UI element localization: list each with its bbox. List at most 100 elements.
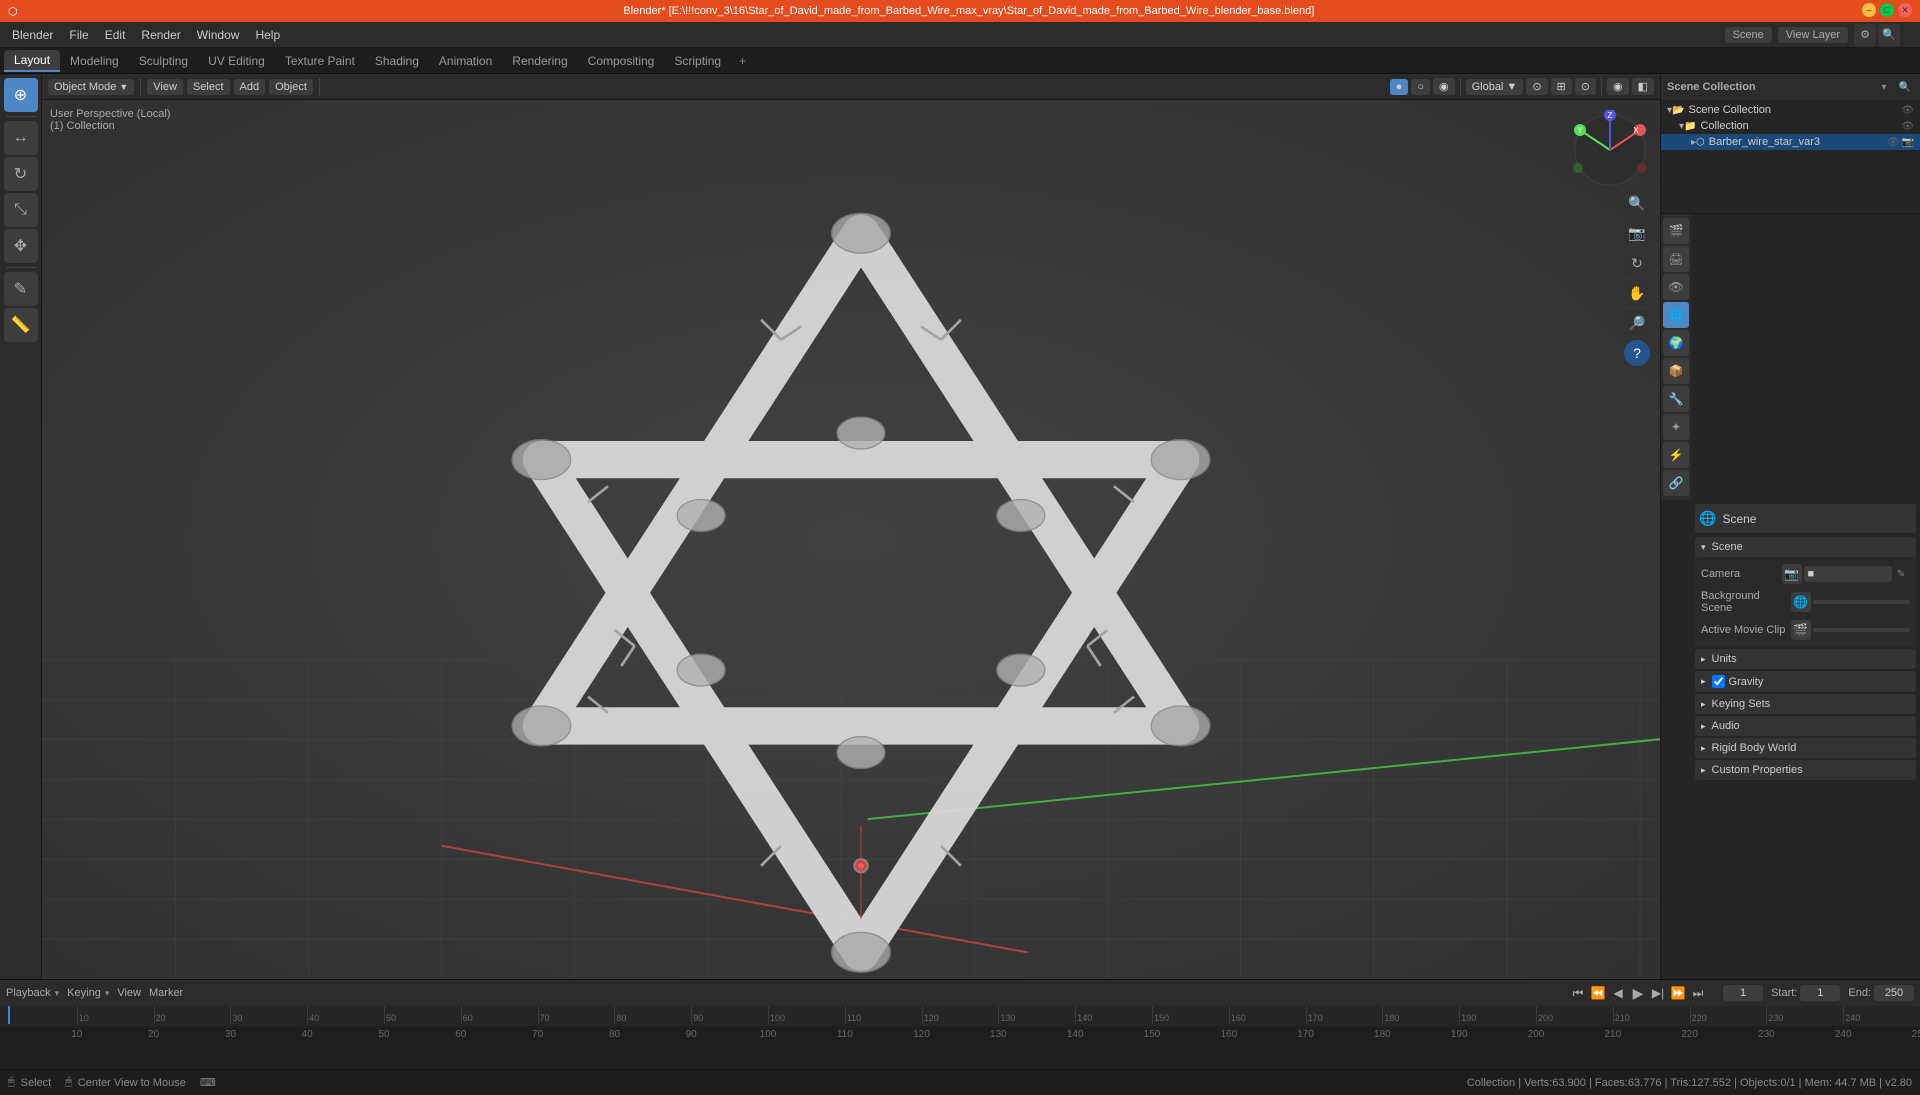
viewport-shading-rendered[interactable]: ◉ [1433, 78, 1455, 95]
menu-help[interactable]: Help [247, 26, 288, 44]
scene-section-header[interactable]: ▾ Scene [1695, 537, 1916, 557]
viewlayer-selector[interactable]: View Layer [1778, 27, 1848, 43]
background-scene-value[interactable] [1813, 600, 1911, 604]
menu-render[interactable]: Render [133, 26, 188, 44]
menu-window[interactable]: Window [189, 26, 248, 44]
step-back-button[interactable]: ◀ [1609, 984, 1627, 1002]
tab-shading[interactable]: Shading [365, 51, 429, 71]
proportional-edit-button[interactable]: ⊙ [1575, 78, 1596, 95]
constraints-properties-tab[interactable]: 🔗 [1663, 470, 1689, 496]
jump-forward-button[interactable]: ⏩ [1669, 984, 1687, 1002]
camera-edit-icon[interactable]: ✎ [1892, 565, 1910, 583]
viewport-shading-solid[interactable]: ● [1390, 79, 1409, 95]
viewport-menu-view[interactable]: View [147, 79, 183, 95]
move-tool-button[interactable]: ↔ [4, 121, 38, 155]
cursor-tool-button[interactable]: ⊕ [4, 78, 38, 112]
scene-selector[interactable]: Scene [1725, 27, 1772, 43]
keying-sets-header[interactable]: ▸ Keying Sets [1695, 694, 1916, 714]
marker-menu[interactable]: Marker [149, 987, 183, 999]
zoom-in-button[interactable]: 🔍 [1624, 190, 1650, 216]
end-frame-field[interactable]: 250 [1874, 985, 1914, 1001]
close-button[interactable]: ✕ [1898, 3, 1912, 17]
topbar-icon-2[interactable]: 🔍 [1878, 24, 1900, 46]
object-properties-tab[interactable]: 📦 [1663, 358, 1689, 384]
camera-select-button[interactable]: 📷 [1782, 564, 1802, 584]
output-properties-tab[interactable]: 🖨 [1663, 246, 1689, 272]
overlay-button[interactable]: ◉ [1607, 78, 1629, 95]
menu-blender[interactable]: Blender [4, 26, 61, 44]
tab-layout[interactable]: Layout [4, 50, 60, 72]
annotate-tool-button[interactable]: ✎ [4, 272, 38, 306]
scale-tool-button[interactable]: ⤡ [4, 193, 38, 227]
tab-scripting[interactable]: Scripting [664, 51, 731, 71]
particle-properties-tab[interactable]: ✦ [1663, 414, 1689, 440]
audio-section-header[interactable]: ▸ Audio [1695, 716, 1916, 736]
camera-value[interactable]: ■ [1804, 566, 1893, 582]
topbar-icon-1[interactable]: ⚙ [1854, 24, 1876, 46]
zoom-button[interactable]: 🔎 [1624, 310, 1650, 336]
gravity-checkbox[interactable] [1712, 675, 1725, 688]
keying-menu[interactable]: Keying ▾ [67, 987, 109, 999]
scene-properties-tab[interactable]: 🌐 [1663, 302, 1689, 328]
step-forward-button[interactable]: ▶| [1649, 984, 1667, 1002]
scene-collection-visibility-icon[interactable]: 👁 [1901, 105, 1914, 116]
outliner-item-mesh[interactable]: ▸ ⬡ Barber_wire_star_var3 👁 📷 [1661, 134, 1920, 150]
timeline-track[interactable]: 1020304050607080901001101201301401501601… [0, 1026, 1920, 1069]
tab-sculpting[interactable]: Sculpting [129, 51, 198, 71]
start-frame-field[interactable]: 1 [1800, 985, 1840, 1001]
tab-modeling[interactable]: Modeling [60, 51, 129, 71]
add-workspace-button[interactable]: + [731, 51, 754, 71]
mesh-visibility-icon[interactable]: 👁 [1887, 137, 1900, 148]
maximize-button[interactable]: □ [1880, 3, 1894, 17]
physics-properties-tab[interactable]: ⚡ [1663, 442, 1689, 468]
viewport-menu-add[interactable]: Add [234, 79, 266, 95]
help-button[interactable]: ? [1624, 340, 1650, 366]
rotate-tool-button[interactable]: ↻ [4, 157, 38, 191]
orbit-button[interactable]: ↻ [1624, 250, 1650, 276]
transform-pivot-selector[interactable]: ⊙ [1526, 78, 1547, 95]
tab-rendering[interactable]: Rendering [502, 51, 577, 71]
minimize-button[interactable]: – [1862, 3, 1876, 17]
outliner-search-icon[interactable]: 🔍 [1896, 78, 1914, 96]
active-movie-clip-value[interactable] [1813, 628, 1911, 632]
viewport-gizmo[interactable]: X Y Z [1570, 110, 1650, 190]
render-properties-tab[interactable]: 🎬 [1663, 218, 1689, 244]
gravity-section-header[interactable]: ▸ Gravity [1695, 671, 1916, 692]
collection-visibility-icon[interactable]: 👁 [1901, 121, 1914, 132]
viewport-shading-material[interactable]: ○ [1411, 79, 1430, 95]
tab-compositing[interactable]: Compositing [578, 51, 665, 71]
pan-button[interactable]: ✋ [1624, 280, 1650, 306]
viewport[interactable]: Object Mode ▼ View Select Add Object ● ○… [42, 74, 1660, 979]
jump-to-start-button[interactable]: ⏮ [1569, 984, 1587, 1002]
measure-tool-button[interactable]: 📏 [4, 308, 38, 342]
jump-to-end-button[interactable]: ⏭ [1689, 984, 1707, 1002]
outliner-item-scene-collection[interactable]: ▾ 📂 Scene Collection 👁 [1661, 102, 1920, 118]
jump-back-button[interactable]: ⏪ [1589, 984, 1607, 1002]
transform-tool-button[interactable]: ✥ [4, 229, 38, 263]
playback-menu[interactable]: Playback ▾ [6, 987, 59, 999]
modifier-properties-tab[interactable]: 🔧 [1663, 386, 1689, 412]
world-properties-tab[interactable]: 🌍 [1663, 330, 1689, 356]
active-movie-clip-button[interactable]: 🎬 [1791, 620, 1811, 640]
global-local-selector[interactable]: Global ▼ [1466, 79, 1524, 95]
xray-button[interactable]: ◧ [1632, 78, 1654, 95]
viewport-canvas[interactable]: User Perspective (Local) (1) Collection … [42, 100, 1660, 979]
snap-button[interactable]: ⊞ [1551, 78, 1572, 95]
outliner-item-collection[interactable]: ▾ 📁 Collection 👁 [1661, 118, 1920, 134]
current-frame-field[interactable]: 1 [1723, 985, 1763, 1001]
rigid-body-world-header[interactable]: ▸ Rigid Body World [1695, 738, 1916, 758]
outliner-filter-icon[interactable]: ▾ [1875, 78, 1893, 96]
tab-animation[interactable]: Animation [429, 51, 502, 71]
menu-edit[interactable]: Edit [97, 26, 134, 44]
timeline-ruler[interactable]: 1020304050607080901001101201301401501601… [0, 1006, 1920, 1026]
play-button[interactable]: ▶ [1629, 984, 1647, 1002]
viewport-menu-object[interactable]: Object [269, 79, 313, 95]
viewport-menu-select[interactable]: Select [187, 79, 230, 95]
tab-uv-editing[interactable]: UV Editing [198, 51, 275, 71]
view-menu[interactable]: View [117, 987, 141, 999]
background-scene-button[interactable]: 🌐 [1791, 592, 1811, 612]
custom-properties-header[interactable]: ▸ Custom Properties [1695, 760, 1916, 780]
tab-texture-paint[interactable]: Texture Paint [275, 51, 365, 71]
units-section-header[interactable]: ▸ Units [1695, 649, 1916, 669]
mesh-render-icon[interactable]: 📷 [1902, 137, 1914, 148]
